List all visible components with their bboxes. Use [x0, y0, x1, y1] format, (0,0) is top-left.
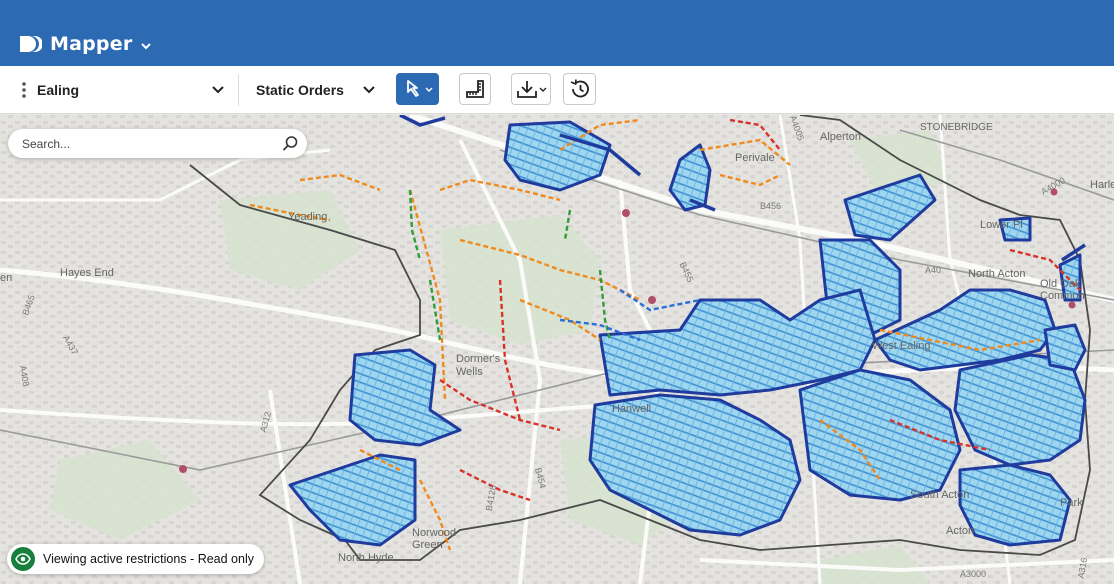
cursor-arrow-icon: [406, 80, 432, 97]
download-tool-button[interactable]: [511, 73, 551, 105]
app-switcher[interactable]: Mapper: [18, 33, 152, 55]
view-mode-status: Viewing active restrictions - Read only: [7, 544, 264, 574]
eye-icon: [11, 547, 35, 571]
order-type-value: Static Orders: [256, 82, 344, 98]
search-icon[interactable]: [282, 135, 299, 152]
chevron-down-icon: [212, 86, 224, 94]
map-search[interactable]: [8, 129, 307, 158]
toolbar-divider: [238, 74, 239, 106]
select-tool-button[interactable]: [396, 73, 439, 105]
ruler-icon: [466, 80, 484, 98]
measure-tool-button[interactable]: [459, 73, 491, 105]
map-canvas[interactable]: Alperton STONEBRIDGE Harle Perivale Yead…: [0, 114, 1114, 584]
toolbar: Ealing Static Orders: [0, 66, 1114, 114]
history-icon: [570, 79, 589, 98]
order-type-select[interactable]: Static Orders: [256, 66, 376, 114]
app-name: Mapper: [50, 33, 133, 55]
download-icon: [517, 81, 547, 98]
road-label-b456: B456: [760, 201, 782, 211]
area-select[interactable]: Ealing: [37, 66, 225, 114]
status-text: Viewing active restrictions - Read only: [43, 552, 254, 566]
app-logo-icon: [20, 36, 42, 52]
road-label-a3000: A3000: [960, 569, 987, 579]
area-select-value: Ealing: [37, 82, 80, 98]
more-options-icon[interactable]: [16, 80, 32, 100]
app-root: Mapper Ealing Static Orders Alperton STO…: [0, 0, 1114, 584]
history-tool-button[interactable]: [563, 73, 596, 105]
chevron-down-icon: [363, 86, 375, 94]
chevron-down-icon: [141, 42, 152, 49]
app-header: Mapper: [0, 0, 1114, 66]
map-svg[interactable]: [0, 115, 1114, 584]
road-label-a40: A40: [925, 265, 942, 275]
search-input[interactable]: [22, 135, 272, 153]
